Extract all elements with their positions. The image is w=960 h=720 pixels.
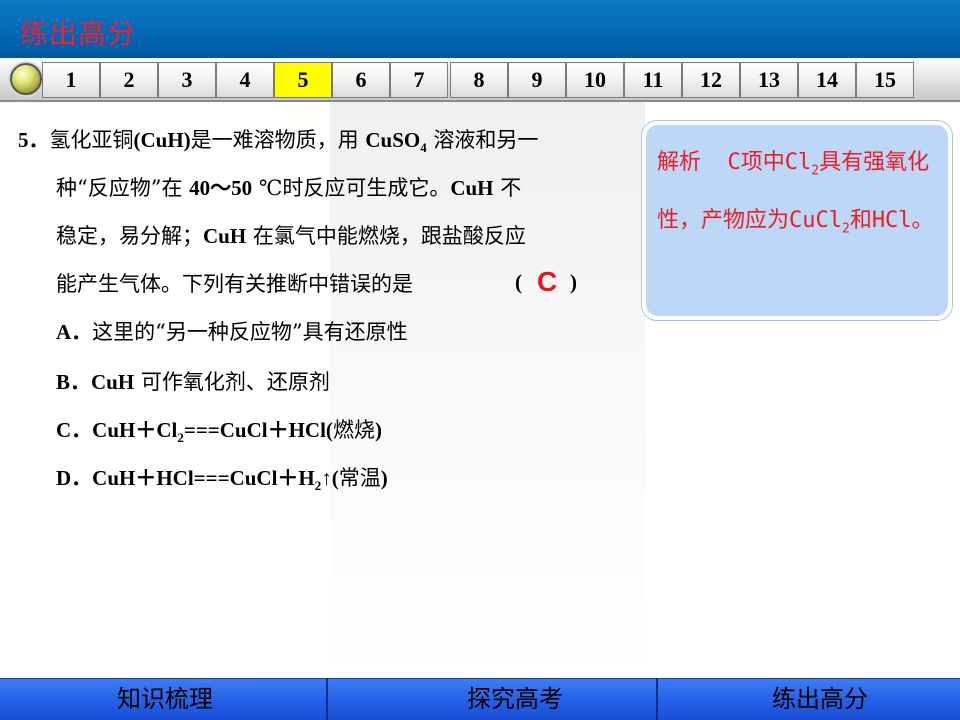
header-bar [0, 0, 960, 58]
option-text: CuH＋Cl [92, 418, 178, 442]
question-text: 氢化亚铜 [49, 128, 134, 152]
question-number-button-10[interactable]: 10 [566, 62, 624, 98]
option-text: CuH＋HCl===CuCl＋H [92, 466, 315, 490]
question-number-button-1[interactable]: 1 [42, 62, 100, 98]
question-text: 在氯气中能燃烧，跟盐酸反应 [246, 224, 526, 248]
option-c: C．CuH＋Cl2===CuCl＋HCl(燃烧) [56, 414, 382, 446]
footer-tab-practice[interactable]: 练出高分 [705, 678, 935, 720]
question-text: CuH [203, 224, 247, 248]
option-label: B． [56, 370, 92, 394]
question-text: 种“反应物”在 [56, 176, 190, 200]
answer-letter: C [537, 266, 558, 297]
question-number-button-9[interactable]: 9 [508, 62, 566, 98]
question-text: 不 [493, 176, 522, 200]
question-line-4: 能产生气体。下列有关推断中错误的是 [56, 268, 413, 298]
question-line-1: 5．氢化亚铜(CuH)是一难溶物质，用 CuSO4 溶液和另一 [18, 124, 538, 156]
footer-tab-knowledge[interactable]: 知识梳理 [50, 678, 280, 720]
option-label: A． [56, 320, 93, 344]
question-number-button-5[interactable]: 5 [274, 62, 332, 98]
option-b: B．CuH 可作氧化剂、还原剂 [56, 366, 330, 396]
option-text: 这里的“另一种反应物”具有还原性 [92, 320, 408, 344]
question-text: 溶液和另一 [426, 128, 539, 152]
option-text: 常温 [338, 466, 381, 490]
nav-orb-icon[interactable] [10, 63, 42, 95]
question-text: (CuH) [133, 128, 191, 152]
option-text: ===CuCl＋HCl( [183, 418, 333, 442]
option-d: D．CuH＋HCl===CuCl＋H2↑(常温) [56, 462, 388, 494]
question-number-button-2[interactable]: 2 [100, 62, 158, 98]
question-number-button-15[interactable]: 15 [856, 62, 914, 98]
page-title: 练出高分 [20, 17, 137, 50]
option-label: D． [56, 466, 93, 490]
option-text: ↑( [321, 466, 339, 490]
question-number-button-13[interactable]: 13 [740, 62, 798, 98]
question-text: 40～50 [189, 176, 253, 200]
subscript: 2 [811, 163, 820, 179]
question-text: 是一难溶物质，用 [190, 128, 366, 152]
question-line-2: 种“反应物”在 40～50 ℃时反应可生成它。CuH 不 [56, 172, 521, 202]
question-number-button-7[interactable]: 7 [390, 62, 448, 98]
footer-tab-explore[interactable]: 探究高考 [400, 678, 630, 720]
question-number-button-12[interactable]: 12 [682, 62, 740, 98]
question-line-3: 稳定，易分解；CuH 在氯气中能燃烧，跟盐酸反应 [56, 220, 526, 250]
option-text: ) [374, 418, 382, 442]
option-text: CuH [91, 370, 135, 394]
footer-divider [656, 678, 658, 720]
question-text: CuH [450, 176, 494, 200]
option-text: 可作氧化剂、还原剂 [134, 370, 330, 394]
option-label: C． [56, 418, 93, 442]
question-number-button-4[interactable]: 4 [216, 62, 274, 98]
question-number-button-6[interactable]: 6 [332, 62, 390, 98]
option-text: 燃烧 [332, 418, 375, 442]
question-number: 5． [18, 128, 50, 152]
question-text: 稳定，易分解； [56, 224, 203, 248]
question-text: CuSO [365, 128, 421, 152]
answer-paren-open: ( [515, 270, 522, 294]
question-number-button-11[interactable]: 11 [624, 62, 682, 98]
question-text: ℃时反应可生成它。 [252, 176, 451, 200]
question-text: 能产生气体。下列有关推断中错误的是 [56, 272, 413, 296]
footer-divider [326, 678, 328, 720]
option-a: A．这里的“另一种反应物”具有还原性 [56, 316, 408, 346]
option-text: ) [380, 466, 388, 490]
analysis-label: 解析 [657, 150, 702, 175]
question-number-button-14[interactable]: 14 [798, 62, 856, 98]
question-number-button-3[interactable]: 3 [158, 62, 216, 98]
analysis-body: 和HCl。 [849, 208, 934, 234]
analysis-body: C项中Cl [701, 150, 812, 175]
analysis-text: 解析 C项中Cl2具有强氧化性，产物应为CuCl2和HCl。 [657, 138, 949, 255]
answer-paren-close: ) [570, 270, 577, 294]
subscript: 2 [841, 221, 850, 237]
question-number-button-8[interactable]: 8 [450, 62, 508, 98]
